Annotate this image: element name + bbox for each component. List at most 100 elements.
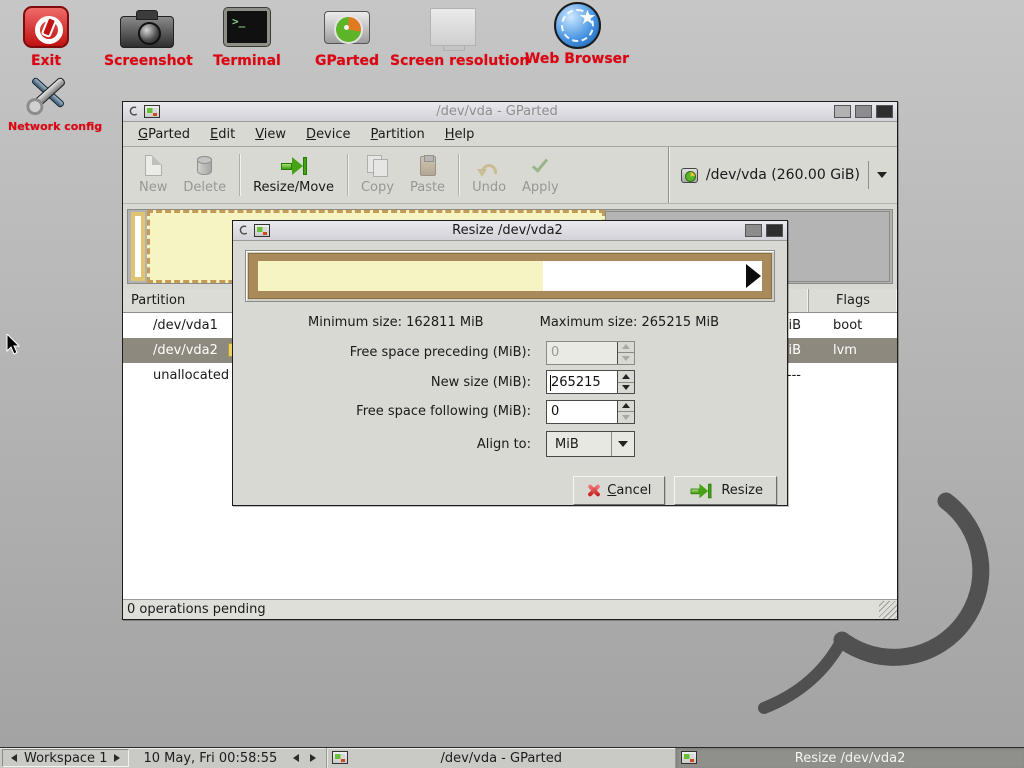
dialog-title: Resize /dev/vda2 [274, 223, 741, 238]
desktop-icon-label: Screenshot [104, 53, 190, 69]
spin-down-icon [618, 353, 634, 364]
workspace-next-icon[interactable] [114, 754, 120, 762]
combo-divider [868, 161, 869, 189]
task-prev-icon[interactable] [293, 754, 299, 762]
resize-move-icon [281, 155, 307, 177]
desktop-icon-exit[interactable]: Exit [18, 3, 74, 69]
cancel-button[interactable]: Cancel [573, 476, 665, 505]
free-space-following-spinner[interactable] [546, 400, 635, 424]
taskbar-item-gparted[interactable]: /dev/vda - GParted [326, 748, 675, 768]
flags-cell: boot [809, 318, 897, 333]
status-text: 0 operations pending [127, 602, 266, 617]
desktop-icon-network-config[interactable]: Network config [8, 70, 88, 133]
clock: 10 May, Fri 00:58:55 [129, 748, 289, 768]
workspace-prev-icon[interactable] [11, 754, 17, 762]
desktop-icon-screen-resolution[interactable]: Screen resolution [390, 3, 516, 69]
free-space-preceding-row: Free space preceding (MiB): [233, 338, 787, 368]
spin-up-icon[interactable] [618, 371, 634, 383]
menu-gparted[interactable]: GParted [128, 124, 200, 145]
desktop-icon-label: GParted [310, 53, 384, 69]
dialog-button-row: Cancel Resize [243, 476, 777, 505]
paste-button[interactable]: Paste [402, 150, 453, 201]
debian-swirl-icon [127, 104, 140, 119]
window-title: /dev/vda - GParted [164, 104, 830, 119]
dialog-maximize-button[interactable] [745, 224, 762, 237]
menu-device[interactable]: Device [296, 124, 360, 145]
align-to-dropdown[interactable]: MiB [546, 431, 635, 457]
flags-cell: lvm [809, 343, 897, 358]
power-icon [23, 6, 69, 48]
terminal-icon: >_ [224, 8, 270, 46]
toolbar-separator [458, 154, 459, 196]
resize-button[interactable]: Resize [674, 476, 777, 505]
resize-used-bar [258, 261, 543, 291]
tools-icon [21, 71, 75, 117]
align-to-value: MiB [547, 437, 611, 452]
device-selector[interactable]: /dev/vda (260.00 GiB) [668, 147, 897, 203]
globe-icon [554, 2, 601, 49]
free-space-following-input[interactable] [547, 401, 617, 423]
toolbar: New Delete Resize/Move Copy Paste Undo [123, 147, 897, 204]
menubar: GParted Edit View Device Partition Help [123, 122, 897, 147]
free-space-following-row: Free space following (MiB): [233, 397, 787, 427]
delete-icon [197, 155, 212, 177]
spin-down-icon[interactable] [618, 383, 634, 394]
task-pager [289, 748, 326, 768]
gparted-titlebar[interactable]: /dev/vda - GParted [123, 102, 897, 122]
partition-segment-vda1[interactable] [131, 212, 145, 281]
chevron-down-icon [612, 441, 634, 447]
menu-partition[interactable]: Partition [361, 124, 435, 145]
free-space-preceding-spinner [546, 341, 635, 365]
desktop-icon-gparted[interactable]: GParted [310, 3, 384, 69]
desktop-icon-label: Exit [18, 53, 74, 69]
minimum-size-label: Minimum size: 162811 MiB [308, 315, 484, 330]
close-button[interactable] [876, 105, 893, 118]
undo-button[interactable]: Undo [464, 150, 514, 201]
task-next-icon[interactable] [310, 754, 316, 762]
workspace-label: Workspace 1 [24, 751, 107, 766]
toolbar-separator [239, 154, 240, 196]
resize-handle-arrow[interactable] [746, 264, 761, 288]
new-button[interactable]: New [131, 150, 175, 201]
resize-move-button[interactable]: Resize/Move [245, 150, 342, 201]
menu-help[interactable]: Help [435, 124, 485, 145]
menu-edit[interactable]: Edit [200, 124, 245, 145]
minimize-button[interactable] [834, 105, 851, 118]
chevron-down-icon [877, 172, 887, 178]
gparted-disk-icon [324, 11, 370, 44]
resize-grip[interactable] [879, 601, 897, 619]
disk-icon [681, 168, 698, 183]
camera-icon [120, 16, 174, 48]
workspace-switcher: Workspace 1 [2, 749, 129, 767]
desktop-icon-label: Terminal [206, 53, 288, 69]
copy-button[interactable]: Copy [353, 150, 402, 201]
free-space-preceding-input [547, 342, 617, 364]
new-size-input[interactable] [547, 371, 617, 393]
dialog-titlebar[interactable]: Resize /dev/vda2 [233, 221, 787, 241]
new-partition-icon [145, 155, 162, 177]
resize-slider[interactable] [245, 250, 775, 302]
apply-button[interactable]: Apply [514, 150, 567, 201]
gparted-app-icon [254, 224, 270, 237]
gparted-app-icon [681, 751, 697, 764]
text-caret [550, 375, 551, 391]
delete-button[interactable]: Delete [175, 150, 234, 201]
taskbar-item-resize-dialog[interactable]: Resize /dev/vda2 [675, 748, 1024, 768]
column-header-flags[interactable]: Flags [809, 289, 897, 312]
menu-view[interactable]: View [245, 124, 296, 145]
maximize-button[interactable] [855, 105, 872, 118]
copy-icon [367, 155, 387, 177]
new-size-spinner[interactable] [546, 370, 635, 394]
device-selector-value: /dev/vda (260.00 GiB) [706, 167, 860, 183]
monitor-icon [430, 8, 476, 46]
desktop-icon-screenshot[interactable]: Screenshot [104, 3, 190, 69]
resize-arrow-icon [691, 483, 712, 497]
apply-icon [536, 155, 544, 177]
cancel-x-icon [587, 484, 600, 497]
desktop-icon-web-browser[interactable]: Web Browser [518, 1, 636, 67]
maximum-size-label: Maximum size: 265215 MiB [540, 315, 719, 330]
desktop-icon-terminal[interactable]: >_ Terminal [206, 3, 288, 69]
dialog-close-button[interactable] [766, 224, 783, 237]
spin-down-icon[interactable] [618, 412, 634, 423]
spin-up-icon[interactable] [618, 401, 634, 413]
